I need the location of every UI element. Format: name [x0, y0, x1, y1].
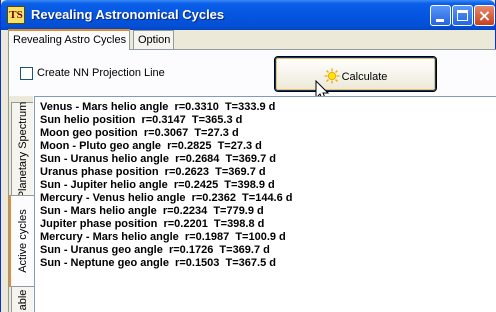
- list-item[interactable]: Mercury - Mars helio angle r=0.1987 T=10…: [40, 231, 286, 243]
- calculate-button[interactable]: Calculate: [275, 57, 436, 91]
- minimize-button[interactable]: [430, 5, 451, 26]
- list-item[interactable]: Uranus phase position r=0.2623 T=369.7 d: [40, 166, 266, 178]
- list-item[interactable]: Sun - Mars helio angle r=0.2234 T=779.9 …: [40, 205, 264, 217]
- minimize-icon: [436, 19, 444, 22]
- list-item[interactable]: Moon - Pluto geo angle r=0.2825 T=27.3 d: [40, 140, 262, 152]
- list-item[interactable]: Sun - Uranus helio angle r=0.2684 T=369.…: [40, 153, 276, 165]
- close-icon: ×: [477, 6, 492, 25]
- side-tab-planetary-spectrum[interactable]: Planetary Spectrum: [11, 101, 33, 198]
- close-button[interactable]: ×: [474, 5, 495, 26]
- side-tab-label: able: [16, 289, 29, 310]
- maximize-button[interactable]: [452, 5, 473, 26]
- calculate-label: Calculate: [341, 71, 388, 83]
- list-item[interactable]: Jupiter phase position r=0.2201 T=398.8 …: [40, 218, 264, 230]
- list-item[interactable]: Moon geo position r=0.3067 T=27.3 d: [40, 127, 239, 139]
- side-tab-active-cycles[interactable]: Active cycles: [9, 195, 34, 287]
- list-item[interactable]: Venus - Mars helio angle r=0.3310 T=333.…: [40, 101, 275, 113]
- app-window: TS Revealing Astronomical Cycles × Revea…: [0, 0, 496, 312]
- side-tab-strip: Planetary Spectrum Active cycles able: [9, 96, 34, 312]
- calculate-button-content: Calculate: [276, 58, 435, 90]
- title-bar[interactable]: TS Revealing Astronomical Cycles ×: [1, 0, 495, 30]
- nn-projection-checkbox[interactable]: [20, 67, 33, 80]
- maximize-icon: [457, 10, 468, 21]
- list-item[interactable]: Sun - Neptune geo angle r=0.1503 T=367.5…: [40, 257, 276, 269]
- list-item[interactable]: Sun helio position r=0.3147 T=365.3 d: [40, 114, 242, 126]
- results-list[interactable]: Venus - Mars helio angle r=0.3310 T=333.…: [34, 96, 496, 312]
- app-icon[interactable]: TS: [7, 6, 25, 24]
- side-tab-label: Active cycles: [16, 209, 29, 273]
- side-tab-table[interactable]: able: [11, 286, 33, 312]
- nn-projection-label[interactable]: Create NN Projection Line: [37, 67, 165, 79]
- side-tab-label: Planetary Spectrum: [16, 101, 29, 198]
- tab-panel: Create NN Projection Line Calculate Plan…: [8, 49, 496, 312]
- list-item[interactable]: Sun - Uranus geo angle r=0.1726 T=369.7 …: [40, 244, 270, 256]
- list-item[interactable]: Sun - Jupiter helio angle r=0.2425 T=398…: [40, 179, 275, 191]
- window-title: Revealing Astronomical Cycles: [31, 7, 225, 22]
- list-item[interactable]: Mercury - Venus helio angle r=0.2362 T=1…: [40, 192, 293, 204]
- tab-revealing-astro-cycles[interactable]: Revealing Astro Cycles: [8, 29, 130, 50]
- tab-option[interactable]: Option: [133, 30, 174, 50]
